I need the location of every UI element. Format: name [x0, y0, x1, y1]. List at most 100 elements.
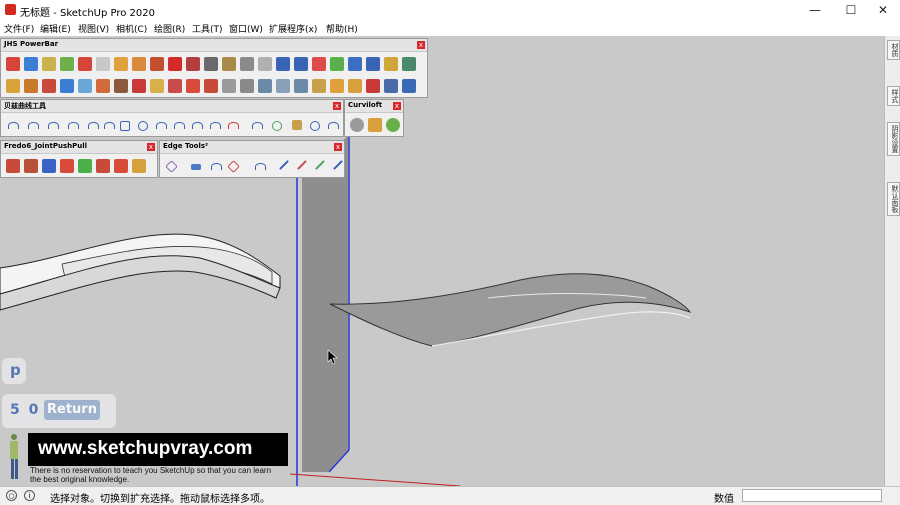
tool-icon[interactable] — [42, 79, 56, 93]
close-icon[interactable]: x — [147, 143, 155, 151]
tool-icon[interactable] — [204, 79, 218, 93]
push-pull-icon[interactable] — [42, 159, 56, 173]
curve-tool-icon[interactable] — [68, 122, 79, 129]
tool-icon[interactable] — [330, 57, 344, 71]
tool-icon[interactable] — [168, 79, 182, 93]
tool-icon[interactable] — [78, 79, 92, 93]
loft-icon[interactable] — [350, 118, 364, 132]
minimize-button[interactable]: — — [798, 0, 832, 20]
tool-icon[interactable] — [402, 79, 416, 93]
edge-tool-icon[interactable] — [227, 160, 240, 173]
tool-icon[interactable] — [96, 57, 110, 71]
menu-view[interactable]: 视图(V) — [78, 22, 109, 35]
tool-icon[interactable] — [204, 57, 218, 71]
tool-icon[interactable] — [150, 57, 164, 71]
circle-curve-icon[interactable] — [138, 121, 148, 131]
tool-icon[interactable] — [186, 57, 200, 71]
tool-icon[interactable] — [366, 79, 380, 93]
tool-icon[interactable] — [168, 57, 182, 71]
push-pull-icon[interactable] — [132, 159, 146, 173]
curve-tool-icon[interactable] — [88, 122, 99, 129]
tool-icon[interactable] — [132, 57, 146, 71]
menu-window[interactable]: 窗口(W) — [229, 22, 263, 35]
toolbar-header[interactable]: Edge Tools² x — [160, 141, 344, 154]
sweep-icon[interactable] — [386, 118, 400, 132]
menu-draw[interactable]: 绘图(R) — [154, 22, 185, 35]
tool-icon[interactable] — [258, 79, 272, 93]
curve-tool-icon[interactable] — [48, 122, 59, 129]
push-pull-icon[interactable] — [96, 159, 110, 173]
tool-icon[interactable] — [330, 79, 344, 93]
edge-tool-icon[interactable] — [191, 164, 201, 170]
push-pull-icon[interactable] — [60, 159, 74, 173]
tray-tab-shadows[interactable]: 阴影设置 — [887, 122, 900, 156]
curve-tool-icon[interactable] — [252, 122, 263, 129]
tool-icon[interactable] — [312, 79, 326, 93]
edge-tool-icon[interactable] — [297, 160, 307, 170]
tool-icon[interactable] — [6, 79, 20, 93]
edge-tool-icon[interactable] — [165, 160, 178, 173]
push-pull-icon[interactable] — [24, 159, 38, 173]
tool-icon[interactable] — [312, 57, 326, 71]
tool-icon[interactable] — [60, 79, 74, 93]
tool-icon[interactable] — [114, 57, 128, 71]
push-pull-icon[interactable] — [114, 159, 128, 173]
skin-icon[interactable] — [368, 118, 382, 132]
close-icon[interactable]: x — [333, 102, 341, 110]
menu-file[interactable]: 文件(F) — [4, 22, 34, 35]
tool-icon[interactable] — [240, 57, 254, 71]
toolbar-header[interactable]: Fredo6_JointPushPull x — [1, 141, 157, 154]
tool-icon[interactable] — [402, 57, 416, 71]
measurements-input[interactable] — [742, 489, 882, 502]
maximize-button[interactable]: ☐ — [834, 0, 868, 20]
close-icon[interactable]: x — [334, 143, 342, 151]
tray-tab-styles[interactable]: 样式 — [887, 86, 900, 106]
curve-tool-icon[interactable] — [210, 122, 221, 129]
curve-tool-icon[interactable] — [328, 122, 339, 129]
tool-icon[interactable] — [294, 79, 308, 93]
curve-tool-icon[interactable] — [28, 122, 39, 129]
tool-icon[interactable] — [150, 79, 164, 93]
tool-icon[interactable] — [24, 79, 38, 93]
tool-icon[interactable] — [60, 57, 74, 71]
tool-icon[interactable] — [276, 79, 290, 93]
tool-icon[interactable] — [348, 79, 362, 93]
circle-curve-icon[interactable] — [310, 121, 320, 131]
tool-icon[interactable] — [384, 57, 398, 71]
toolbar-header[interactable]: JHS PowerBar x — [1, 39, 427, 52]
tool-icon[interactable] — [240, 79, 254, 93]
menu-edit[interactable]: 编辑(E) — [40, 22, 71, 35]
menu-extensions[interactable]: 扩展程序(x) — [269, 22, 317, 35]
close-icon[interactable]: x — [417, 41, 425, 49]
curve-tool-icon[interactable] — [174, 122, 185, 129]
curve-tool-icon[interactable] — [8, 122, 19, 129]
tool-icon[interactable] — [292, 120, 302, 130]
tool-icon[interactable] — [78, 57, 92, 71]
menu-camera[interactable]: 相机(C) — [116, 22, 147, 35]
curve-tool-icon[interactable] — [104, 122, 115, 129]
tool-icon[interactable] — [132, 79, 146, 93]
edit-curve-icon[interactable] — [272, 121, 282, 131]
tray-tab-materials[interactable]: 材质 — [887, 40, 900, 60]
edge-tool-icon[interactable] — [211, 163, 222, 170]
curve-tool-icon[interactable] — [192, 122, 203, 129]
tool-icon[interactable] — [366, 57, 380, 71]
menu-tools[interactable]: 工具(T) — [192, 22, 223, 35]
tool-icon[interactable] — [96, 79, 110, 93]
push-pull-icon[interactable] — [6, 159, 20, 173]
tool-icon[interactable] — [24, 57, 38, 71]
menu-help[interactable]: 帮助(H) — [326, 22, 358, 35]
tool-icon[interactable] — [186, 79, 200, 93]
tool-icon[interactable] — [384, 79, 398, 93]
tool-icon[interactable] — [222, 57, 236, 71]
push-pull-icon[interactable] — [78, 159, 92, 173]
tool-icon[interactable] — [222, 79, 236, 93]
tool-icon[interactable] — [114, 79, 128, 93]
tool-icon[interactable] — [348, 57, 362, 71]
tool-icon[interactable] — [6, 57, 20, 71]
tool-icon[interactable] — [258, 57, 272, 71]
close-icon[interactable]: x — [393, 102, 401, 110]
close-button[interactable]: ✕ — [866, 0, 900, 20]
rect-curve-icon[interactable] — [120, 121, 130, 131]
toolbar-header[interactable]: 贝兹曲线工具 x — [1, 100, 343, 113]
